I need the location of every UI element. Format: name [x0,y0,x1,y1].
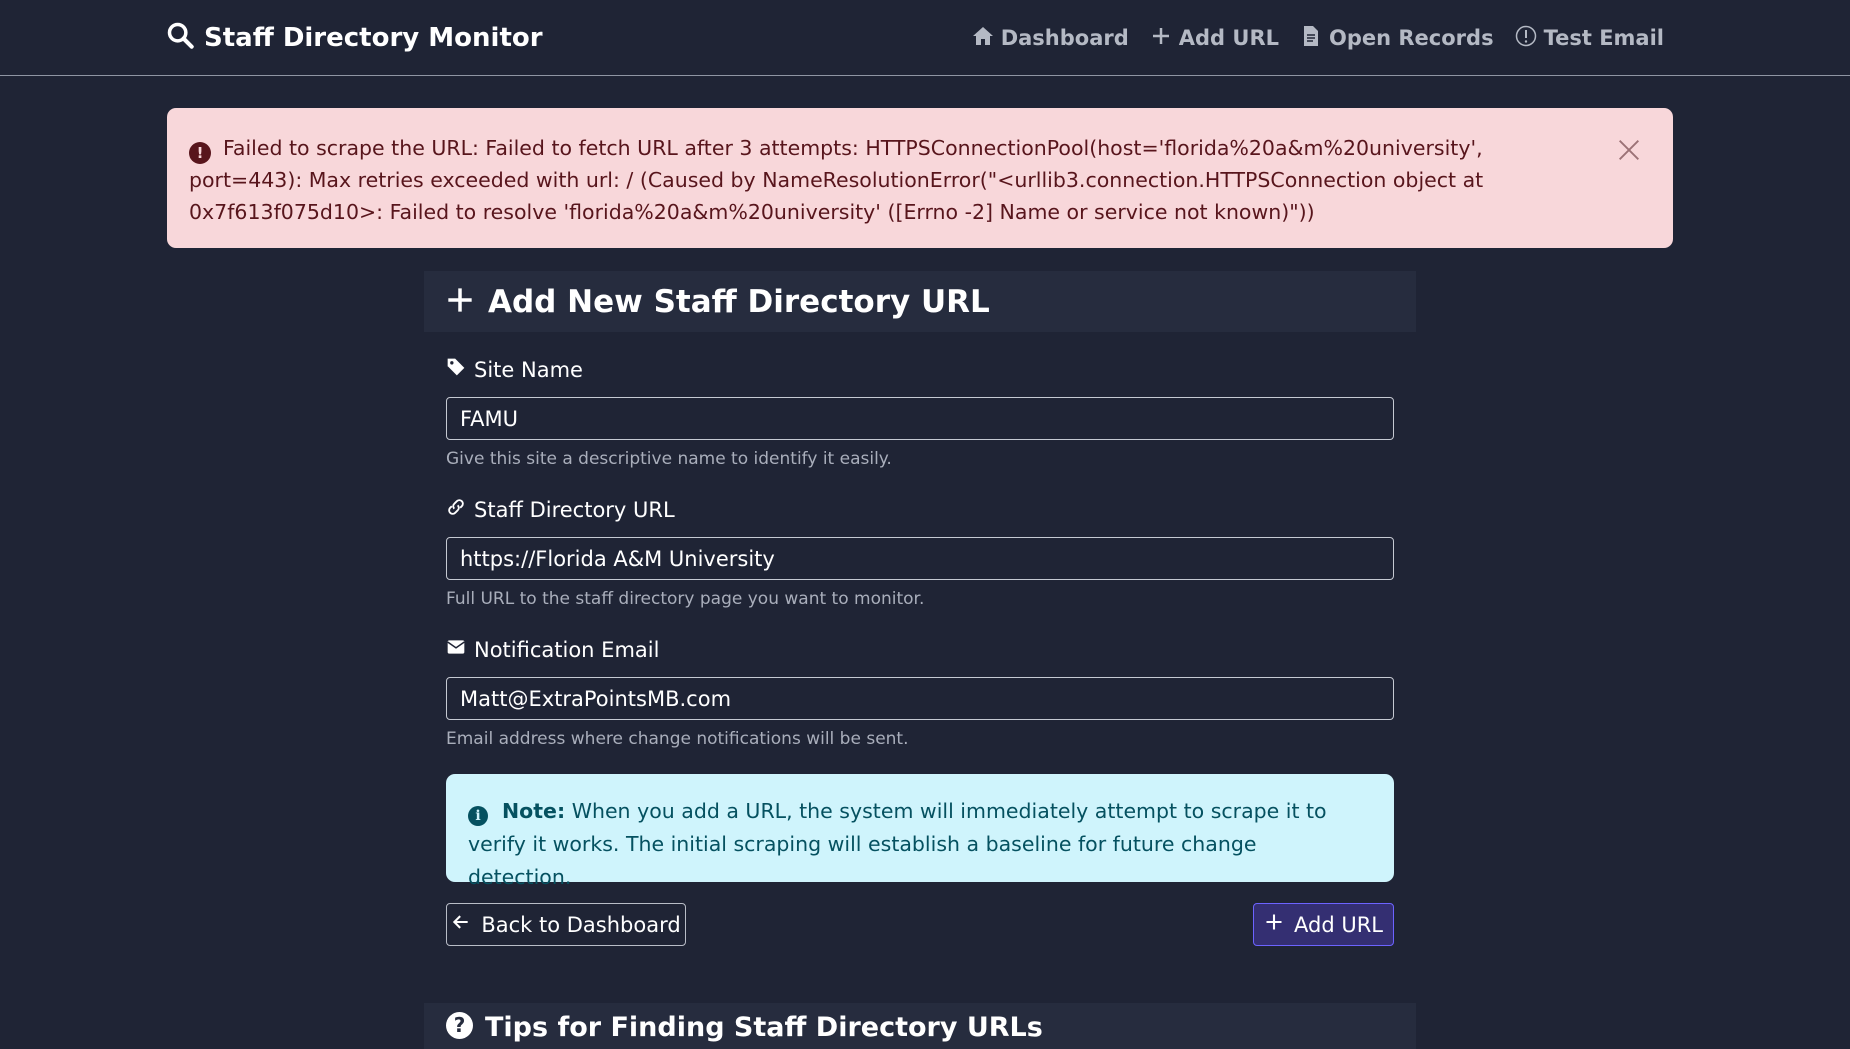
site-name-label: Site Name [446,357,583,382]
plus-icon [1149,24,1173,53]
brand[interactable]: Staff Directory Monitor [166,18,543,58]
exclamation-circle-icon: ! [189,142,211,164]
nav-dashboard[interactable]: Dashboard [971,24,1129,53]
back-label: Back to Dashboard [481,912,681,937]
tag-icon [446,357,466,382]
link-icon [446,497,466,522]
error-alert: ! Failed to scrape the URL: Failed to fet… [167,108,1673,248]
email-label: Notification Email [446,637,659,662]
tips-header: ? Tips for Finding Staff Directory URLs [424,1003,1416,1049]
site-name-input[interactable] [446,397,1394,440]
nav-open-records[interactable]: Open Records [1299,24,1494,53]
nav-open-records-label: Open Records [1329,26,1494,50]
nav-dashboard-label: Dashboard [1000,26,1129,50]
url-input[interactable] [446,537,1394,580]
email-input[interactable] [446,677,1394,720]
email-help: Email address where change notifications… [446,729,909,749]
site-name-help: Give this site a descriptive name to ide… [446,449,892,469]
alert-message: Failed to scrape the URL: Failed to fetc… [189,136,1484,224]
search-icon [166,21,194,56]
home-icon [971,24,995,53]
envelope-icon [446,637,466,662]
navbar: Staff Directory Monitor Dashboard Add UR… [0,0,1850,76]
arrow-left-icon [451,912,471,937]
url-help: Full URL to the staff directory page you… [446,589,925,609]
alert-circle-icon [1514,24,1538,53]
nav-test-email[interactable]: Test Email [1514,24,1664,53]
note-text: When you add a URL, the system will imme… [468,799,1327,889]
plus-icon [446,286,474,318]
nav-links: Dashboard Add URL Open Records Test Emai… [971,20,1664,56]
plus-icon [1264,912,1284,937]
tips-title: Tips for Finding Staff Directory URLs [485,1012,1043,1043]
brand-title: Staff Directory Monitor [204,23,543,53]
back-to-dashboard-button[interactable]: Back to Dashboard [446,903,686,946]
nav-add-url-label: Add URL [1178,26,1279,50]
card-header: Add New Staff Directory URL [424,271,1416,332]
url-label: Staff Directory URL [446,497,675,522]
nav-add-url[interactable]: Add URL [1149,24,1279,53]
info-note: i Note: When you add a URL, the system wi… [446,774,1394,889]
file-icon [1299,24,1323,53]
nav-test-email-label: Test Email [1543,26,1664,50]
page-title: Add New Staff Directory URL [488,283,990,320]
add-url-button[interactable]: Add URL [1253,903,1394,946]
note-bold: Note: [502,799,566,823]
add-url-label: Add URL [1294,912,1383,937]
info-icon: i [468,806,488,826]
close-icon[interactable] [1615,136,1643,164]
question-circle-icon: ? [446,1012,473,1039]
